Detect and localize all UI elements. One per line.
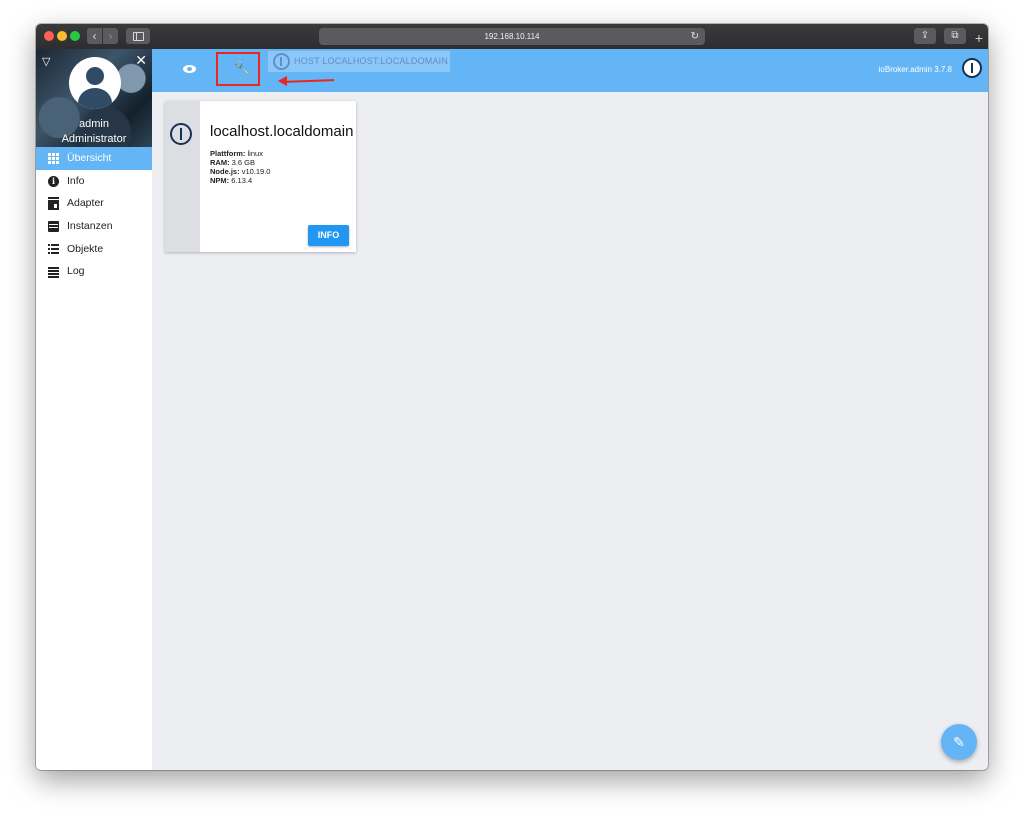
ram-value: 3.6 GB	[231, 158, 256, 167]
avatar-head-icon	[86, 67, 104, 85]
ram-label: RAM:	[210, 158, 230, 167]
sidebar: ▽ ✕ admin Administrator Übersicht i Info…	[36, 49, 152, 770]
address-text: 192.168.10.114	[484, 32, 540, 41]
version-label: ioBroker.admin 3.7.8	[878, 65, 952, 74]
node-label: Node.js:	[210, 167, 240, 176]
grid-icon	[48, 153, 59, 164]
eye-icon	[183, 65, 196, 73]
user-name: admin	[79, 118, 109, 130]
forward-button[interactable]: ›	[103, 28, 118, 44]
close-sidebar-icon[interactable]: ✕	[135, 52, 147, 69]
arrow-shaft	[283, 79, 335, 83]
iobroker-logo-icon[interactable]	[962, 58, 982, 78]
npm-label: NPM:	[210, 176, 230, 185]
host-card: localhost.localdomain Plattform: linux R…	[165, 101, 356, 252]
arrow-head	[278, 76, 287, 86]
minimize-window-button[interactable]	[57, 31, 67, 41]
host-title: localhost.localdomain	[210, 123, 354, 140]
avatar-body-icon	[78, 88, 112, 109]
close-window-button[interactable]	[44, 31, 54, 41]
tabs-overview-button[interactable]: ⧉	[944, 28, 966, 44]
menu-toggle-icon[interactable]: ▽	[42, 55, 50, 68]
npm-value: 6.13.4	[231, 176, 253, 185]
tab-settings[interactable]: 🔧	[216, 52, 260, 86]
lines-icon	[48, 266, 59, 278]
sidebar-item-label: Adapter	[67, 197, 104, 210]
pencil-icon: ✎	[953, 734, 965, 750]
host-tab-label: HOST LOCALHOST.LOCALDOMAIN	[294, 56, 449, 66]
info-button[interactable]: INFO	[308, 225, 349, 246]
sidebar-item-label: Instanzen	[67, 220, 113, 233]
node-value: v10.19.0	[241, 167, 271, 176]
browser-toolbar: ‹ › 192.168.10.114 ↻ ⇪ ⧉ +	[36, 24, 988, 50]
sidebar-item-label: Log	[67, 265, 85, 278]
share-button[interactable]: ⇪	[914, 28, 936, 44]
sidebar-header: ▽ ✕ admin Administrator	[36, 49, 152, 147]
card-strip	[165, 101, 200, 252]
sidebar-item-log[interactable]: Log	[36, 260, 152, 283]
sidebar-item-label: Objekte	[67, 242, 104, 255]
sidebar-item-instanzen[interactable]: Instanzen	[36, 215, 152, 238]
sidebar-item-adapter[interactable]: Adapter	[36, 192, 152, 215]
new-tab-button[interactable]: +	[971, 30, 987, 46]
wrench-icon: 🔧	[233, 61, 252, 78]
sidebar-item-uebersicht[interactable]: Übersicht	[36, 147, 152, 170]
host-details: Plattform: linux RAM: 3.6 GB Node.js: v1…	[210, 149, 270, 185]
address-bar[interactable]: 192.168.10.114 ↻	[319, 28, 705, 45]
sidebar-toggle-button[interactable]	[126, 28, 150, 44]
back-button[interactable]: ‹	[87, 28, 102, 44]
info-icon: i	[48, 175, 59, 187]
edit-fab-button[interactable]: ✎	[941, 724, 977, 760]
tab-host[interactable]: HOST LOCALHOST.LOCALDOMAIN	[268, 51, 450, 72]
sidebar-item-info[interactable]: i Info	[36, 170, 152, 193]
tab-overview[interactable]	[172, 57, 208, 83]
iobroker-logo-icon	[170, 123, 192, 145]
avatar	[69, 57, 121, 109]
reload-icon[interactable]: ↻	[691, 28, 699, 45]
zoom-window-button[interactable]	[70, 31, 80, 41]
list-icon	[48, 243, 59, 255]
sidebar-item-objekte[interactable]: Objekte	[36, 238, 152, 261]
sidebar-menu: Übersicht i Info Adapter Instanzen Objek…	[36, 147, 152, 283]
iobroker-logo-icon	[273, 53, 290, 70]
platform-label: Plattform:	[210, 149, 246, 158]
platform-value: linux	[247, 149, 263, 158]
user-role: Administrator	[61, 133, 127, 145]
instances-icon	[48, 221, 59, 233]
sidebar-item-label: Info	[67, 174, 85, 187]
browser-window: ‹ › 192.168.10.114 ↻ ⇪ ⧉ + ▽ ✕ admin Adm…	[36, 24, 988, 770]
annotation-arrow-icon	[278, 76, 335, 86]
store-icon	[48, 197, 59, 211]
sidebar-icon	[133, 32, 144, 41]
sidebar-item-label: Übersicht	[67, 152, 112, 164]
